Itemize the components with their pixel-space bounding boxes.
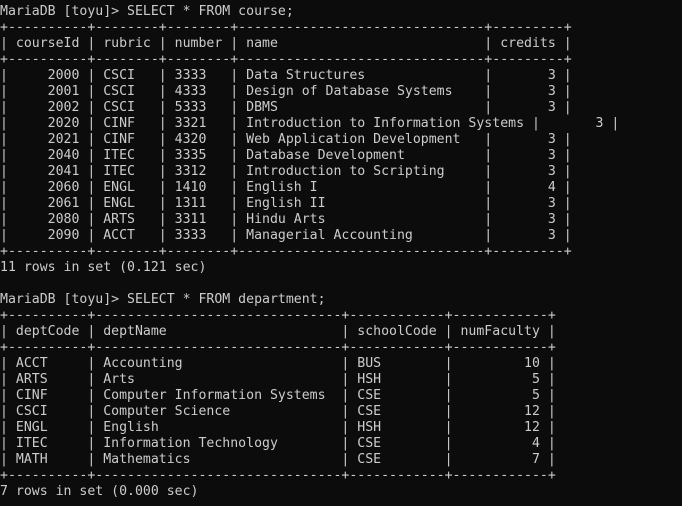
blank-line	[0, 276, 682, 292]
department-table-border-mid: +----------+----------------------------…	[0, 340, 556, 355]
course-table-row: | 2021 | CINF | 4320 | Web Application D…	[0, 132, 572, 147]
department-table-header: | deptCode | deptName | schoolCode | num…	[0, 324, 556, 339]
course-table-row: | 2061 | ENGL | 1311 | English II | 3 |	[0, 196, 572, 211]
course-table-row: | 2020 | CINF | 3321 | Introduction to I…	[0, 116, 620, 131]
course-table-border-bottom: +----------+--------+--------+----------…	[0, 244, 572, 259]
course-table-row: | 2060 | ENGL | 1410 | English I | 4 |	[0, 180, 572, 195]
terminal-line-prompt-course: MariaDB [toyu]> SELECT * FROM course;	[0, 4, 294, 19]
department-table-row: | ENGL | English | HSH | 12 |	[0, 420, 556, 435]
department-table-row: | ARTS | Arts | HSH | 5 |	[0, 372, 556, 387]
department-table-row: | CINF | Computer Information Systems | …	[0, 388, 556, 403]
course-table-border-mid: +----------+--------+--------+----------…	[0, 52, 572, 67]
course-table-row: | 2001 | CSCI | 4333 | Design of Databas…	[0, 84, 572, 99]
course-table-row: | 2080 | ARTS | 3311 | Hindu Arts | 3 |	[0, 212, 572, 227]
course-table-border-top: +----------+--------+--------+----------…	[0, 20, 572, 35]
course-table-row: | 2002 | CSCI | 5333 | DBMS | 3 |	[0, 100, 572, 115]
department-table-border-top: +----------+----------------------------…	[0, 308, 556, 323]
terminal-line-prompt-department: MariaDB [toyu]> SELECT * FROM department…	[0, 292, 326, 307]
course-table-row: | 2090 | ACCT | 3333 | Managerial Accoun…	[0, 228, 572, 243]
department-table-row: | ITEC | Information Technology | CSE | …	[0, 436, 556, 451]
course-table-header: | courseId | rubric | number | name | cr…	[0, 36, 572, 51]
terminal-window[interactable]: MariaDB [toyu]> SELECT * FROM course; +-…	[0, 0, 682, 506]
department-table-row: | MATH | Mathematics | CSE | 7 |	[0, 452, 556, 467]
course-table-row: | 2000 | CSCI | 3333 | Data Structures |…	[0, 68, 572, 83]
course-table-row: | 2040 | ITEC | 3335 | Database Developm…	[0, 148, 572, 163]
department-table-border-bottom: +----------+----------------------------…	[0, 468, 556, 483]
department-table-row: | ACCT | Accounting | BUS | 10 |	[0, 356, 556, 371]
course-table-row: | 2041 | ITEC | 3312 | Introduction to S…	[0, 164, 572, 179]
department-result-summary: 7 rows in set (0.000 sec)	[0, 484, 199, 499]
course-result-summary: 11 rows in set (0.121 sec)	[0, 260, 207, 275]
department-table-row: | CSCI | Computer Science | CSE | 12 |	[0, 404, 556, 419]
